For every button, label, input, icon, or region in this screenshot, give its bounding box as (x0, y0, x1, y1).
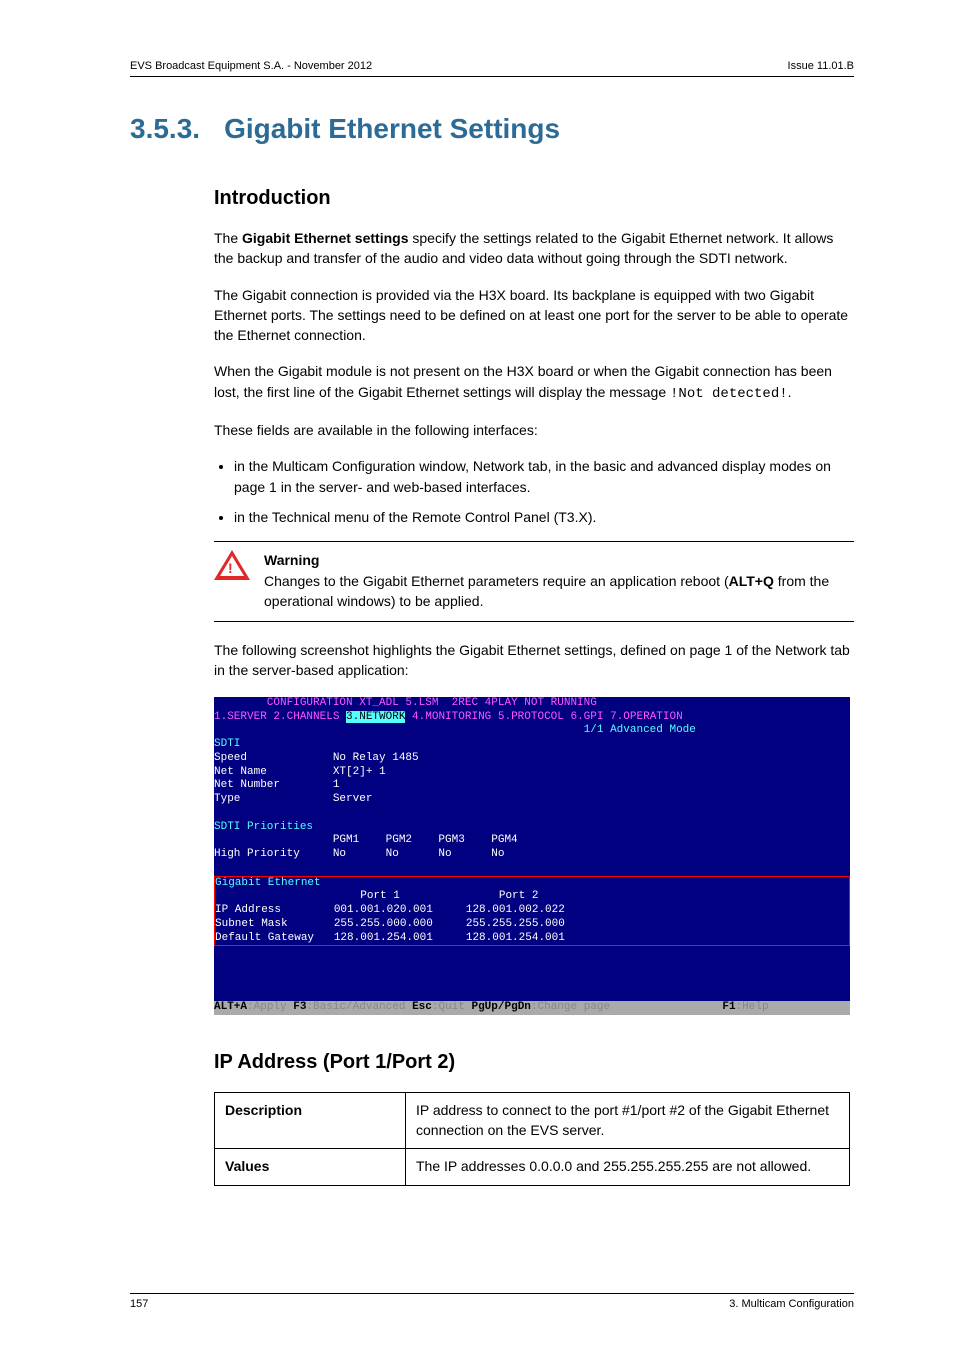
dos-prio-title: SDTI Priorities (214, 821, 850, 835)
dos-screenshot: CONFIGURATION XT_ADL 5.LSM 2REC 4PLAY NO… (214, 697, 850, 1015)
section-title: Gigabit Ethernet Settings (224, 113, 560, 144)
before-screenshot: The following screenshot highlights the … (214, 640, 854, 681)
dos-prio-val: High Priority No No No No (214, 848, 850, 862)
ip-heading: IP Address (Port 1/Port 2) (214, 1051, 854, 1074)
intro-list: in the Multicam Configuration window, Ne… (214, 456, 854, 527)
dos-ge-ip: IP Address 001.001.020.001 128.001.002.0… (215, 904, 849, 918)
section-heading: 3.5.3. Gigabit Ethernet Settings (130, 113, 854, 145)
dos-tabs: 1.SERVER 2.CHANNELS 3.NETWORK 4.MONITORI… (214, 711, 850, 725)
dos-netname: Net Name XT[2]+ 1 (214, 766, 850, 780)
intro-p1: The Gigabit Ethernet settings specify th… (214, 228, 854, 269)
page-footer: 157 3. Multicam Configuration (130, 1293, 854, 1310)
dos-sdti-title: SDTI (214, 738, 850, 752)
dos-netnum: Net Number 1 (214, 779, 850, 793)
intro-p3: When the Gigabit module is not present o… (214, 361, 854, 404)
dos-title: CONFIGURATION XT_ADL 5.LSM 2REC 4PLAY NO… (214, 697, 850, 711)
table-row: Values The IP addresses 0.0.0.0 and 255.… (215, 1149, 850, 1186)
dos-gigabit-box: Gigabit Ethernet Port 1 Port 2 IP Addres… (214, 876, 850, 947)
table-row: Description IP address to connect to the… (215, 1093, 850, 1149)
desc-label: Description (215, 1093, 406, 1149)
footer-right: 3. Multicam Configuration (729, 1298, 854, 1310)
dos-prio-hdr: PGM1 PGM2 PGM3 PGM4 (214, 834, 850, 848)
ip-table: Description IP address to connect to the… (214, 1092, 850, 1186)
header-right: Issue 11.01.B (788, 60, 854, 72)
dos-ge-hdr: Port 1 Port 2 (215, 890, 849, 904)
footer-left: 157 (130, 1298, 148, 1310)
dos-speed: Speed No Relay 1485 (214, 752, 850, 766)
dos-ge-mask: Subnet Mask 255.255.000.000 255.255.255.… (215, 918, 849, 932)
dos-ge-gw: Default Gateway 128.001.254.001 128.001.… (215, 932, 849, 946)
dos-bottombar: ALT+A:Apply F3:Basic/Advanced Esc:Quit P… (214, 1001, 850, 1015)
warning-icon (214, 550, 250, 580)
intro-p2: The Gigabit connection is provided via t… (214, 285, 854, 346)
values-label: Values (215, 1149, 406, 1186)
desc-text: IP address to connect to the port #1/por… (406, 1093, 850, 1149)
dos-type: Type Server (214, 793, 850, 807)
dos-ge-title: Gigabit Ethernet (215, 877, 849, 891)
warning-label: Warning (264, 552, 319, 568)
intro-li2: in the Technical menu of the Remote Cont… (234, 507, 854, 527)
intro-heading: Introduction (214, 187, 854, 210)
header-left: EVS Broadcast Equipment S.A. - November … (130, 60, 372, 72)
page-header: EVS Broadcast Equipment S.A. - November … (130, 60, 854, 77)
warning-box: Warning Changes to the Gigabit Ethernet … (214, 541, 854, 622)
section-number: 3.5.3. (130, 113, 200, 144)
intro-li1: in the Multicam Configuration window, Ne… (234, 456, 854, 497)
values-text: The IP addresses 0.0.0.0 and 255.255.255… (406, 1149, 850, 1186)
intro-p4: These fields are available in the follow… (214, 420, 854, 440)
dos-mode: 1/1 Advanced Mode (214, 724, 850, 738)
